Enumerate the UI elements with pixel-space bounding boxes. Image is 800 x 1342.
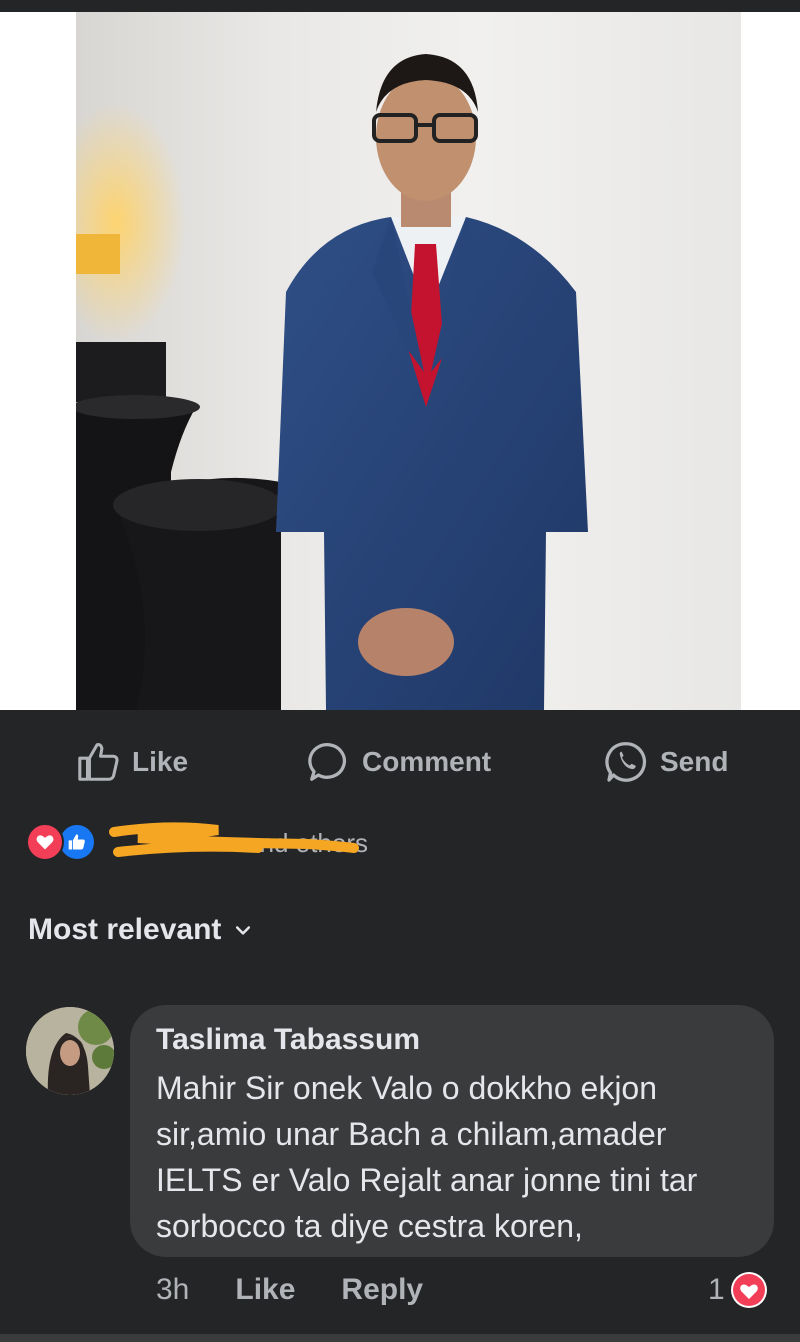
heart-icon	[36, 835, 54, 850]
chevron-down-icon	[236, 926, 251, 935]
send-label: Send	[660, 746, 729, 777]
love-reaction-badge	[730, 1272, 767, 1308]
comments-sort-dropdown[interactable]: Most relevant	[28, 908, 253, 952]
send-button[interactable]: Send	[604, 730, 728, 794]
reaction-names: and others	[108, 822, 368, 862]
comment-like-button[interactable]: Like	[235, 1273, 295, 1307]
top-bar	[0, 0, 800, 12]
bottom-divider	[0, 1334, 800, 1342]
like-button[interactable]: Like	[76, 730, 188, 794]
reactions-summary[interactable]: and others	[26, 820, 368, 864]
like-label: Like	[132, 746, 189, 777]
comment-bubble[interactable]: Taslima Tabassum Mahir Sir onek Valo o d…	[130, 1005, 774, 1257]
redaction-scribble	[109, 822, 359, 857]
avatar-image	[26, 1007, 114, 1095]
whatsapp-send-icon	[605, 742, 647, 782]
reaction-count-number: 1	[708, 1273, 725, 1306]
comment-reaction-count[interactable]: 1	[708, 1268, 767, 1312]
commenter-avatar[interactable]	[26, 1007, 114, 1095]
comment-reply-button[interactable]: Reply	[341, 1273, 423, 1307]
post-photo-container	[0, 12, 800, 710]
thumbs-up-icon	[68, 834, 85, 850]
comment-label: Comment	[362, 746, 492, 777]
comment-bubble-icon	[308, 743, 346, 781]
heart-icon	[732, 1274, 765, 1306]
comment-text: Mahir Sir onek Valo o dokkho ekjon sir,a…	[156, 1070, 698, 1244]
comment-meta: 3h Like Reply	[156, 1266, 423, 1314]
love-reaction-icon	[26, 823, 64, 861]
sort-label: Most relevant	[28, 913, 222, 946]
comment-author[interactable]: Taslima Tabassum	[156, 1023, 420, 1057]
post-photo[interactable]	[76, 12, 741, 710]
post-actions-bar: Like Comment Send	[0, 730, 800, 794]
post-photo-illustration	[76, 54, 588, 710]
comment-time[interactable]: 3h	[156, 1273, 189, 1307]
comment-button[interactable]: Comment	[306, 730, 491, 794]
thumbs-up-icon	[78, 743, 119, 781]
